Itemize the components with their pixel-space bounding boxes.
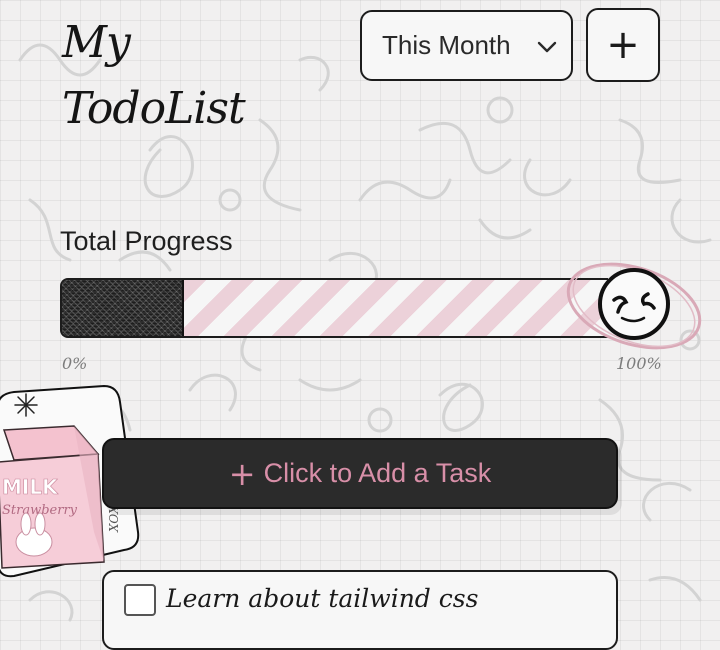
smiley-face-icon [566,262,702,350]
task-checkbox[interactable] [124,584,156,616]
progress-max-label: 100% [616,354,662,373]
progress-heading: Total Progress [60,226,233,256]
task-item: Learn about tailwind css [102,570,618,650]
add-task-label: Click to Add a Task [263,458,492,488]
period-select[interactable]: This Month [360,10,573,81]
app-title: My TodoList [62,10,246,142]
app-title-line2: TodoList [62,83,246,134]
progress-bar [60,278,608,338]
period-select-value: This Month [382,30,511,60]
sticker-milk-text: MILK [2,475,59,499]
task-text: Learn about tailwind css [166,584,479,613]
add-task-button[interactable]: + Click to Add a Task [102,438,618,509]
app-title-line1: My [62,17,131,68]
plus-icon: + [606,22,640,68]
progress-fill [62,280,185,336]
progress-min-label: 0% [62,354,88,373]
chevron-down-icon [537,41,557,53]
add-button[interactable]: + [586,8,660,82]
plus-icon: + [228,454,256,493]
